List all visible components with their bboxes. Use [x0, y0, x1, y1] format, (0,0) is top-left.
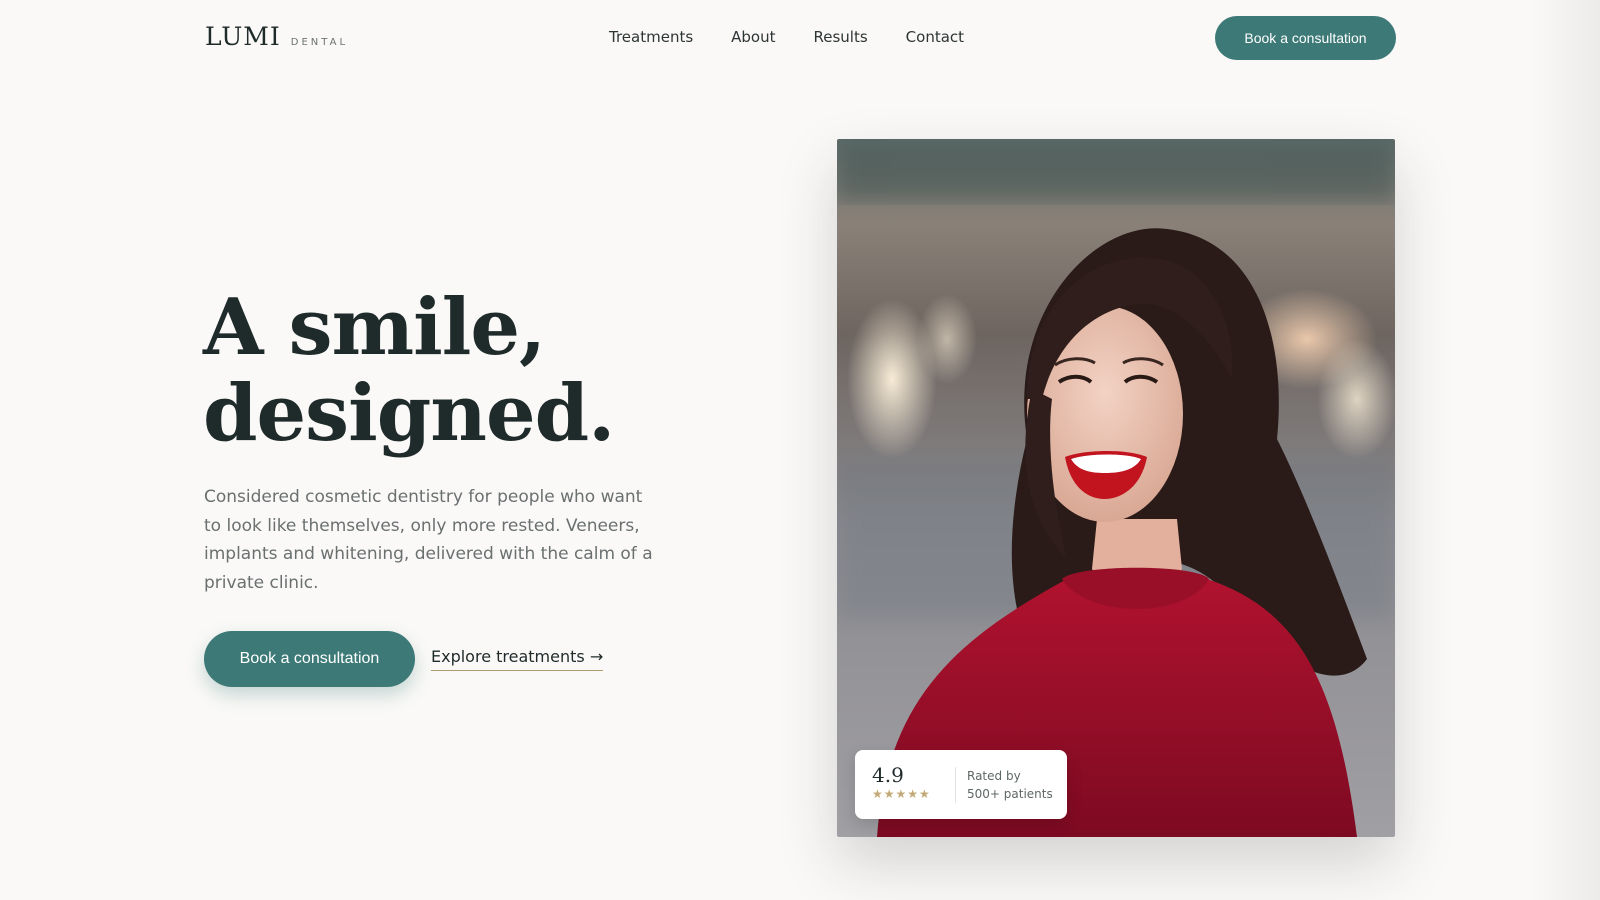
brand-logo[interactable]: LUMI DENTAL — [205, 22, 348, 51]
hero-portrait-photo — [837, 139, 1395, 837]
rating-score: 4.9 — [872, 763, 904, 787]
nav-links: Treatments About Results Contact — [609, 28, 964, 46]
top-navigation: LUMI DENTAL Treatments About Results Con… — [0, 0, 1600, 76]
nav-link-results[interactable]: Results — [814, 28, 868, 46]
rating-divider — [955, 767, 956, 803]
brand-name: LUMI — [205, 22, 281, 51]
hero-title: A smile, designed. — [203, 282, 615, 459]
nav-link-treatments[interactable]: Treatments — [609, 28, 693, 46]
hero-actions: Book a consultation Explore treatments → — [204, 631, 604, 687]
nav-link-contact[interactable]: Contact — [906, 28, 964, 46]
explore-treatments-link[interactable]: Explore treatments → — [431, 647, 604, 671]
nav-book-consultation-button[interactable]: Book a consultation — [1215, 16, 1396, 60]
nav-link-about[interactable]: About — [731, 28, 775, 46]
hero-title-line-1: A smile, — [203, 282, 546, 373]
page-edge-shadow — [1530, 0, 1600, 900]
hero-book-consultation-button[interactable]: Book a consultation — [204, 631, 415, 687]
brand-subtitle: DENTAL — [290, 37, 349, 48]
hero-title-line-2: designed. — [203, 368, 615, 459]
rating-stars-icon: ★★★★★ — [872, 787, 931, 801]
hero-description: Considered cosmetic dentistry for people… — [204, 487, 653, 593]
rating-label: Rated by 500+ patients — [967, 767, 1053, 803]
rating-card: 4.9 ★★★★★ Rated by 500+ patients — [855, 750, 1067, 819]
rating-label-line-1: Rated by — [967, 769, 1021, 783]
rating-label-line-2: 500+ patients — [967, 787, 1053, 801]
